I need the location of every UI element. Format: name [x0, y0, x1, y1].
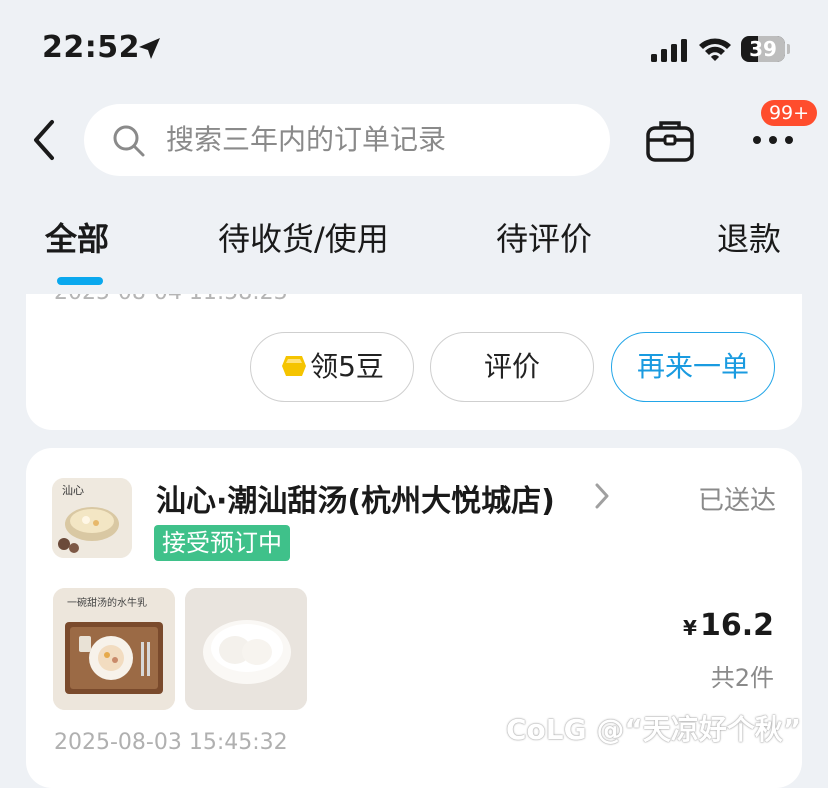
tab-pending-review[interactable]: 待评价 — [496, 214, 592, 260]
price-value: 16.2 — [699, 608, 774, 643]
search-icon — [113, 125, 145, 157]
reorder-button[interactable]: 再来一单 — [611, 332, 775, 402]
shop-logo-text: 汕心 — [62, 484, 84, 497]
product-image-2[interactable] — [185, 588, 307, 710]
tab-refund[interactable]: 退款 — [717, 214, 781, 260]
previous-order-date: 2025-08-04 11:58:23 — [54, 294, 288, 305]
product-image-caption: 一碗甜汤的水牛乳 — [67, 596, 147, 609]
more-icon[interactable] — [751, 134, 795, 146]
order-price: ¥16.2 — [683, 608, 774, 643]
search-placeholder: 搜索三年内的订单记录 — [166, 123, 447, 156]
shop-name[interactable]: 汕心·潮汕甜汤(杭州大悦城店) — [156, 476, 555, 520]
previous-order-card[interactable]: 2025-08-04 11:58:23 领5豆 评价 再来一单 — [26, 294, 802, 430]
currency-symbol: ¥ — [683, 616, 697, 640]
tab-pending-delivery[interactable]: 待收货/使用 — [218, 214, 389, 260]
wifi-icon — [699, 38, 731, 61]
tab-all[interactable]: 全部 — [45, 214, 109, 260]
chevron-right-icon[interactable] — [593, 482, 611, 510]
notification-badge: 99+ — [761, 100, 817, 126]
battery-icon: 39 — [741, 36, 790, 62]
order-date: 2025-08-03 15:45:32 — [54, 730, 288, 755]
signal-icon — [651, 39, 687, 62]
battery-level: 39 — [749, 37, 777, 61]
product-image-1[interactable]: 一碗甜汤的水牛乳 — [53, 588, 175, 710]
review-button[interactable]: 评价 — [430, 332, 594, 402]
active-tab-indicator — [57, 277, 103, 285]
watermark: CoLG @“天凉好个秋” — [506, 713, 802, 746]
status-time: 22:52 — [42, 30, 140, 65]
location-arrow-icon — [139, 38, 160, 59]
order-tabs: 全部 待收货/使用 待评价 退款 — [0, 200, 828, 294]
item-count: 共2件 — [710, 664, 774, 692]
order-status: 已送达 — [697, 486, 776, 516]
status-bar: 22:52 39 — [0, 0, 828, 100]
search-input[interactable]: 搜索三年内的订单记录 — [84, 104, 610, 176]
back-icon[interactable] — [30, 118, 64, 162]
shop-logo: 汕心 — [52, 478, 132, 558]
claim-beans-button[interactable]: 领5豆 — [250, 332, 414, 402]
coin-icon — [282, 356, 307, 376]
claim-beans-label: 领5豆 — [310, 350, 384, 383]
briefcase-icon[interactable] — [644, 118, 696, 164]
preorder-tag: 接受预订中 — [154, 525, 290, 561]
